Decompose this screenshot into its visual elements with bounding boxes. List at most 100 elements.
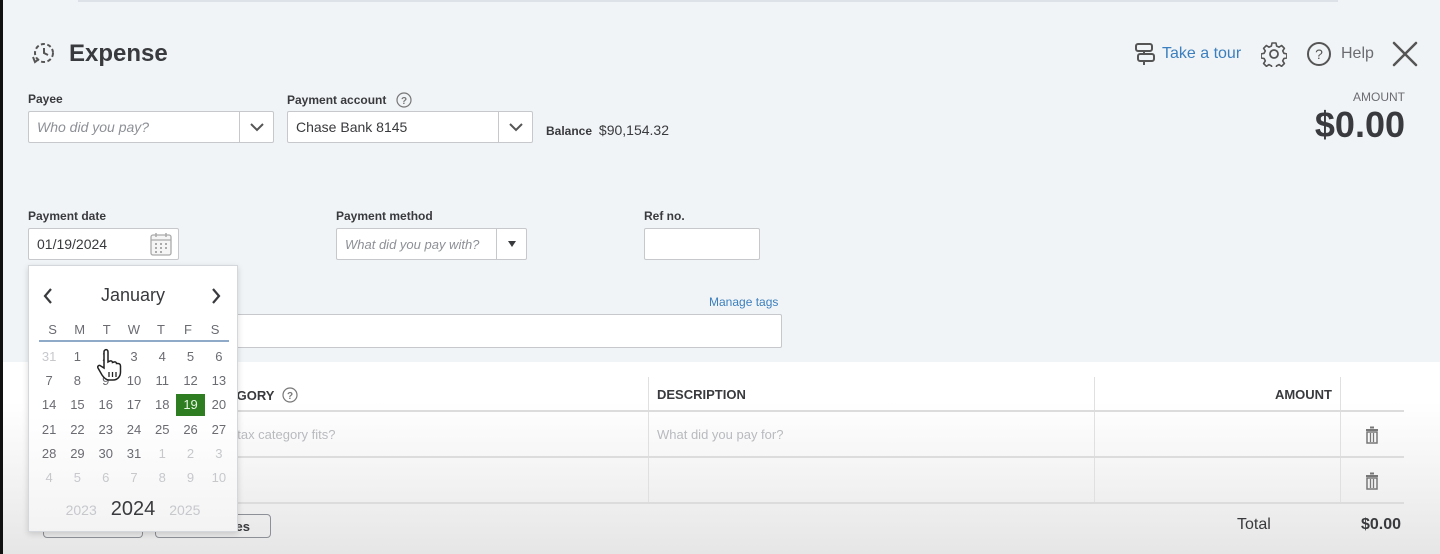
tags-input[interactable] xyxy=(210,314,782,348)
help-button[interactable]: ? Help xyxy=(1306,41,1374,67)
column-divider xyxy=(1340,377,1341,410)
payment-date-label: Payment date xyxy=(28,209,107,223)
calendar-day[interactable]: 1 xyxy=(148,443,176,465)
calendar-day[interactable]: 24 xyxy=(120,419,148,441)
column-divider xyxy=(1340,412,1341,456)
table-row[interactable]: t tax category fits? What did you pay fo… xyxy=(210,412,1404,458)
take-a-tour-label: Take a tour xyxy=(1162,45,1242,62)
payee-dropdown-button[interactable] xyxy=(239,112,273,142)
chevron-down-icon xyxy=(249,123,264,132)
calendar-day[interactable]: 10 xyxy=(120,370,148,392)
payment-method-placeholder: What did you pay with? xyxy=(345,236,480,252)
calendar-week-row: 31123456 xyxy=(35,345,233,369)
calendar-day[interactable]: 27 xyxy=(205,419,233,441)
current-year[interactable]: 2024 xyxy=(111,498,156,521)
calendar-day[interactable]: 12 xyxy=(176,370,204,392)
calendar-day[interactable]: 30 xyxy=(92,443,120,465)
page-title: Expense xyxy=(69,40,168,67)
column-divider xyxy=(648,412,649,456)
payment-account-label-group: Payment account ? xyxy=(287,92,412,108)
calendar-day[interactable]: 4 xyxy=(148,346,176,368)
calendar-day[interactable]: 6 xyxy=(205,346,233,368)
weekday-label: S xyxy=(48,322,57,337)
calendar-day[interactable]: 29 xyxy=(63,443,91,465)
calendar-day[interactable]: 11 xyxy=(148,370,176,392)
calendar-day[interactable]: 2 xyxy=(176,443,204,465)
calendar-day[interactable]: 28 xyxy=(35,443,63,465)
calendar-week-row: 7 8 9 10 11 12 13 xyxy=(35,369,233,393)
category-details-table: EGORY ? DESCRIPTION AMOUNT t tax categor… xyxy=(210,377,1404,504)
weekday-label: T xyxy=(102,322,111,337)
manage-tags-link[interactable]: Manage tags xyxy=(709,295,778,309)
column-divider xyxy=(1340,458,1341,502)
balance-label: Balance xyxy=(546,124,593,138)
amount-label: AMOUNT xyxy=(1353,90,1405,104)
calendar-day[interactable]: 15 xyxy=(63,394,91,416)
calendar-month: January xyxy=(100,285,166,305)
total-value: $0.00 xyxy=(1361,516,1402,533)
calendar-day[interactable]: 4 xyxy=(35,467,63,489)
help-label: Help xyxy=(1341,45,1374,62)
calendar-day[interactable]: 8 xyxy=(148,467,176,489)
calendar-day[interactable]: 21 xyxy=(35,419,63,441)
calendar-day[interactable]: 31 xyxy=(35,346,63,368)
calendar-day[interactable]: 14 xyxy=(35,394,63,416)
weekday-label: T xyxy=(156,322,165,337)
calendar-day[interactable]: 13 xyxy=(205,370,233,392)
calendar-icon[interactable] xyxy=(150,232,172,256)
payment-account-dropdown-button[interactable] xyxy=(498,112,532,142)
calendar-day[interactable]: 23 xyxy=(92,419,120,441)
calendar-day[interactable]: 7 xyxy=(35,370,63,392)
calendar-day-selected[interactable]: 19 xyxy=(176,394,205,417)
chevron-down-icon xyxy=(508,123,523,132)
screen-edge xyxy=(0,0,3,554)
calendar-day[interactable]: 10 xyxy=(205,467,233,489)
weekday-header: S M T W T F S xyxy=(39,322,229,342)
calendar-day[interactable]: 5 xyxy=(176,346,204,368)
calendar-day[interactable]: 9 xyxy=(176,467,204,489)
trash-icon[interactable] xyxy=(1365,472,1379,490)
calendar-day[interactable]: 22 xyxy=(63,419,91,441)
trash-icon[interactable] xyxy=(1365,426,1379,444)
payment-method-field[interactable]: What did you pay with? xyxy=(336,228,527,260)
calendar-day[interactable]: 31 xyxy=(120,443,148,465)
calendar-day[interactable]: 1 xyxy=(63,346,91,368)
weekday-label: M xyxy=(74,322,86,337)
help-circle-icon[interactable]: ? xyxy=(282,387,299,403)
description-placeholder[interactable]: What did you pay for? xyxy=(657,427,783,442)
column-divider xyxy=(1094,412,1095,456)
ref-no-label: Ref no. xyxy=(644,209,685,223)
calendar-day[interactable]: 3 xyxy=(120,346,148,368)
chevron-right-icon[interactable] xyxy=(211,288,221,304)
calendar-days: 3112345678910111213141516171819202122232… xyxy=(35,345,233,490)
calendar-day[interactable]: 25 xyxy=(148,419,176,441)
next-year[interactable]: 2025 xyxy=(169,502,200,518)
calendar-day[interactable]: 5 xyxy=(63,467,91,489)
gear-icon[interactable] xyxy=(1261,41,1287,67)
ref-no-input[interactable] xyxy=(644,228,760,260)
calendar-day[interactable]: 6 xyxy=(92,467,120,489)
column-divider xyxy=(1094,458,1095,502)
top-divider xyxy=(78,0,1338,2)
calendar-day[interactable]: 26 xyxy=(176,419,204,441)
calendar-day[interactable]: 3 xyxy=(205,443,233,465)
payee-field[interactable]: Who did you pay? xyxy=(28,111,274,143)
prev-year[interactable]: 2023 xyxy=(66,502,97,518)
weekday-label: S xyxy=(210,322,220,337)
take-a-tour-link[interactable]: Take a tour xyxy=(1134,42,1241,66)
calendar-day[interactable]: 18 xyxy=(148,394,176,416)
help-circle-icon[interactable]: ? xyxy=(396,92,412,108)
description-column-header: DESCRIPTION xyxy=(657,387,746,402)
calendar-day[interactable]: 17 xyxy=(120,394,148,416)
calendar-day[interactable]: 20 xyxy=(205,394,233,416)
calendar-day[interactable]: 16 xyxy=(92,394,120,416)
calendar-day[interactable]: 8 xyxy=(63,370,91,392)
payment-account-field[interactable]: Chase Bank 8145 xyxy=(287,111,533,143)
close-icon[interactable] xyxy=(1391,40,1419,68)
table-row[interactable] xyxy=(210,458,1404,504)
year-selector: 2023 2024 2025 xyxy=(29,498,237,521)
calendar-day[interactable]: 7 xyxy=(120,467,148,489)
payment-date-field[interactable]: 01/19/2024 xyxy=(28,228,179,260)
category-placeholder[interactable]: t tax category fits? xyxy=(230,427,336,442)
payment-method-dropdown-button[interactable] xyxy=(496,229,526,259)
